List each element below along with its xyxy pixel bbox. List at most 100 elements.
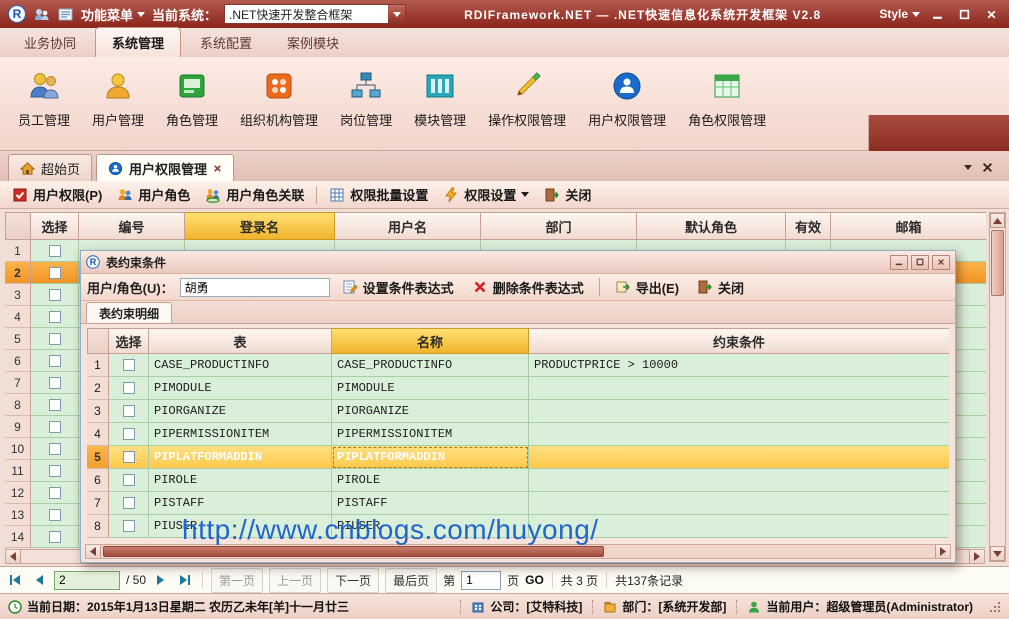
column-header-login[interactable]: 登录名 — [185, 212, 335, 240]
checkbox[interactable] — [122, 497, 135, 509]
ribbon-item-role-permission[interactable]: 角色权限管理 — [678, 64, 776, 134]
checkbox[interactable] — [48, 244, 61, 257]
row-select-cell[interactable] — [31, 394, 79, 416]
row-select-cell[interactable] — [31, 328, 79, 350]
checkbox[interactable] — [48, 486, 61, 499]
close-module-button[interactable]: 关闭 — [538, 182, 597, 207]
set-expression-button[interactable]: 设置条件表达式 — [336, 275, 460, 300]
checkbox[interactable] — [48, 376, 61, 389]
ribbon-item-staff-manage[interactable]: 员工管理 — [8, 64, 80, 134]
table-row[interactable]: 7 PISTAFF PISTAFF — [87, 492, 949, 515]
dialog-title-bar[interactable]: R 表约束条件 — [81, 251, 955, 274]
ribbon-item-user-manage[interactable]: 用户管理 — [82, 64, 154, 134]
current-system-combobox[interactable]: .NET快速开发整合框架 — [224, 4, 407, 24]
row-select-cell[interactable] — [31, 372, 79, 394]
column-header-code[interactable]: 编号 — [79, 212, 185, 240]
column-header-username[interactable]: 用户名 — [335, 212, 481, 240]
table-row[interactable]: 1 CASE_PRODUCTINFO CASE_PRODUCTINFO PROD… — [87, 354, 949, 377]
first-page-icon[interactable] — [6, 571, 24, 589]
batch-permission-button[interactable]: 权限批量设置 — [323, 182, 434, 207]
minimize-button[interactable] — [927, 5, 947, 23]
page-number-input[interactable] — [54, 570, 120, 590]
tab-business-collaboration[interactable]: 业务协同 — [8, 28, 92, 57]
next-page-icon[interactable] — [152, 571, 170, 589]
permission-setting-button[interactable]: 权限设置 — [437, 182, 535, 207]
last-page-icon[interactable] — [176, 571, 194, 589]
row-select-cell[interactable] — [31, 416, 79, 438]
row-select-cell[interactable] — [31, 460, 79, 482]
column-header-constraint[interactable]: 约束条件 — [529, 328, 949, 354]
close-button[interactable] — [981, 5, 1001, 23]
dialog-horizontal-scrollbar[interactable] — [85, 544, 951, 559]
checkbox[interactable] — [122, 428, 135, 440]
ribbon-item-position-manage[interactable]: 岗位管理 — [330, 64, 402, 134]
user-role-button[interactable]: 用户角色 — [111, 182, 196, 207]
checkbox[interactable] — [122, 359, 135, 371]
export-button[interactable]: 导出(E) — [609, 275, 685, 300]
row-select-cell[interactable] — [31, 504, 79, 526]
scroll-right-icon[interactable] — [969, 550, 984, 563]
ribbon-item-role-manage[interactable]: 角色管理 — [156, 64, 228, 134]
checkbox[interactable] — [122, 451, 135, 463]
table-row[interactable]: 4 PIPERMISSIONITEM PIPERMISSIONITEM — [87, 423, 949, 446]
column-header-default-role[interactable]: 默认角色 — [637, 212, 786, 240]
row-select-cell[interactable] — [109, 446, 149, 469]
user-role-input[interactable] — [179, 277, 330, 297]
goto-page-input[interactable] — [461, 570, 502, 590]
scroll-left-icon[interactable] — [6, 550, 21, 563]
row-select-cell[interactable] — [109, 354, 149, 377]
checkbox[interactable] — [48, 398, 61, 411]
row-select-cell[interactable] — [31, 482, 79, 504]
scroll-down-icon[interactable] — [990, 546, 1005, 561]
delete-expression-button[interactable]: 删除条件表达式 — [466, 275, 590, 300]
tab-system-configuration[interactable]: 系统配置 — [184, 28, 268, 57]
doc-tab-start-page[interactable]: 超始页 — [8, 154, 93, 181]
scroll-up-icon[interactable] — [990, 213, 1005, 228]
scrollbar-thumb[interactable] — [103, 546, 605, 557]
table-row[interactable]: 2 PIMODULE PIMODULE — [87, 377, 949, 400]
checkbox[interactable] — [122, 405, 135, 417]
checkbox[interactable] — [48, 530, 61, 543]
ribbon-item-user-permission[interactable]: 用户权限管理 — [578, 64, 676, 134]
column-header-select[interactable]: 选择 — [31, 212, 79, 240]
checkbox[interactable] — [122, 382, 135, 394]
row-select-cell[interactable] — [31, 438, 79, 460]
ribbon-item-operation-permission[interactable]: 操作权限管理 — [478, 64, 576, 134]
doc-tab-user-permission[interactable]: 用户权限管理 — [96, 154, 235, 181]
checkbox[interactable] — [48, 332, 61, 345]
row-select-cell[interactable] — [109, 423, 149, 446]
row-select-cell[interactable] — [31, 284, 79, 306]
close-document-icon[interactable] — [982, 162, 993, 173]
user-permission-button[interactable]: 用户权限(P) — [6, 182, 108, 207]
tab-constraint-detail[interactable]: 表约束明细 — [86, 302, 173, 323]
combobox-dropdown-button[interactable] — [388, 5, 406, 23]
dialog-minimize-button[interactable] — [890, 254, 908, 270]
go-button[interactable]: GO — [525, 573, 544, 587]
table-row[interactable]: 6 PIROLE PIROLE — [87, 469, 949, 492]
column-header-table[interactable]: 表 — [149, 328, 332, 354]
checkbox[interactable] — [122, 474, 135, 486]
checkbox[interactable] — [48, 442, 61, 455]
tab-list-dropdown-icon[interactable] — [964, 165, 972, 170]
checkbox[interactable] — [122, 520, 135, 532]
dialog-maximize-button[interactable] — [911, 254, 929, 270]
tab-close-icon[interactable] — [213, 164, 222, 173]
column-header-email[interactable]: 邮箱 — [831, 212, 986, 240]
checkbox[interactable] — [48, 464, 61, 477]
menu-list-icon[interactable] — [57, 6, 74, 23]
vertical-scrollbar[interactable] — [989, 212, 1006, 562]
dialog-close-button[interactable] — [932, 254, 950, 270]
checkbox[interactable] — [48, 420, 61, 433]
checkbox[interactable] — [48, 354, 61, 367]
row-select-cell[interactable] — [109, 377, 149, 400]
column-header-department[interactable]: 部门 — [481, 212, 637, 240]
table-row[interactable]: 3 PIORGANIZE PIORGANIZE — [87, 400, 949, 423]
resize-grip-icon[interactable] — [989, 601, 1001, 613]
next-page-button[interactable]: 下一页 — [327, 567, 380, 593]
ribbon-item-module-manage[interactable]: 模块管理 — [404, 64, 476, 134]
column-header-name[interactable]: 名称 — [332, 328, 529, 354]
style-menu-button[interactable]: Style — [879, 7, 920, 21]
row-select-cell[interactable] — [31, 240, 79, 262]
prev-page-button[interactable]: 上一页 — [269, 567, 322, 593]
checkbox[interactable] — [48, 508, 61, 521]
